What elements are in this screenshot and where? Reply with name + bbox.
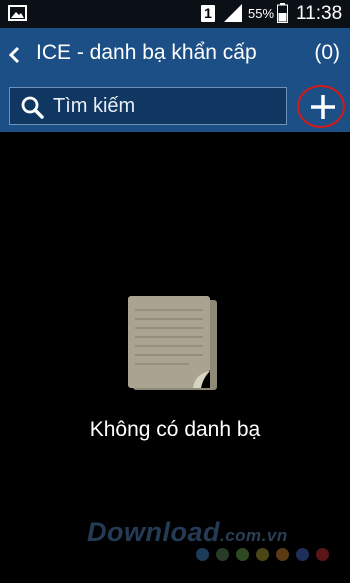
watermark-brand: Download [87,517,220,547]
action-bar: ICE - danh bạ khẩn cấp (0) [0,28,350,82]
empty-state-message: Không có danh bạ [89,418,261,441]
picture-notification-icon [8,5,27,21]
search-placeholder: Tìm kiếm [53,95,136,117]
search-row: Tìm kiếm [0,82,350,132]
empty-notes-icon [128,296,217,390]
watermark-dot [236,548,249,561]
status-bar: 1 55% 11:38 [0,0,350,28]
watermark-dots [196,548,329,561]
sim-slot-indicator: 1 [201,5,215,22]
watermark-domain: .com.vn [220,526,288,545]
search-input[interactable]: Tìm kiếm [9,87,287,125]
add-contact-plus-icon[interactable] [310,94,336,120]
watermark: Download.com.vn [87,517,288,548]
watermark-dot [216,548,229,561]
signal-strength-icon [224,4,242,22]
watermark-dot [196,548,209,561]
watermark-dot [276,548,289,561]
back-chevron-icon[interactable] [7,45,21,65]
battery-percent: 55% [248,6,275,21]
search-icon [21,96,44,119]
page-title: ICE - danh bạ khẩn cấp [36,41,257,64]
watermark-dot [256,548,269,561]
battery-icon [277,3,288,23]
watermark-dot [296,548,309,561]
watermark-dot [316,548,329,561]
clock: 11:38 [296,3,343,24]
contact-count: (0) [314,41,340,64]
